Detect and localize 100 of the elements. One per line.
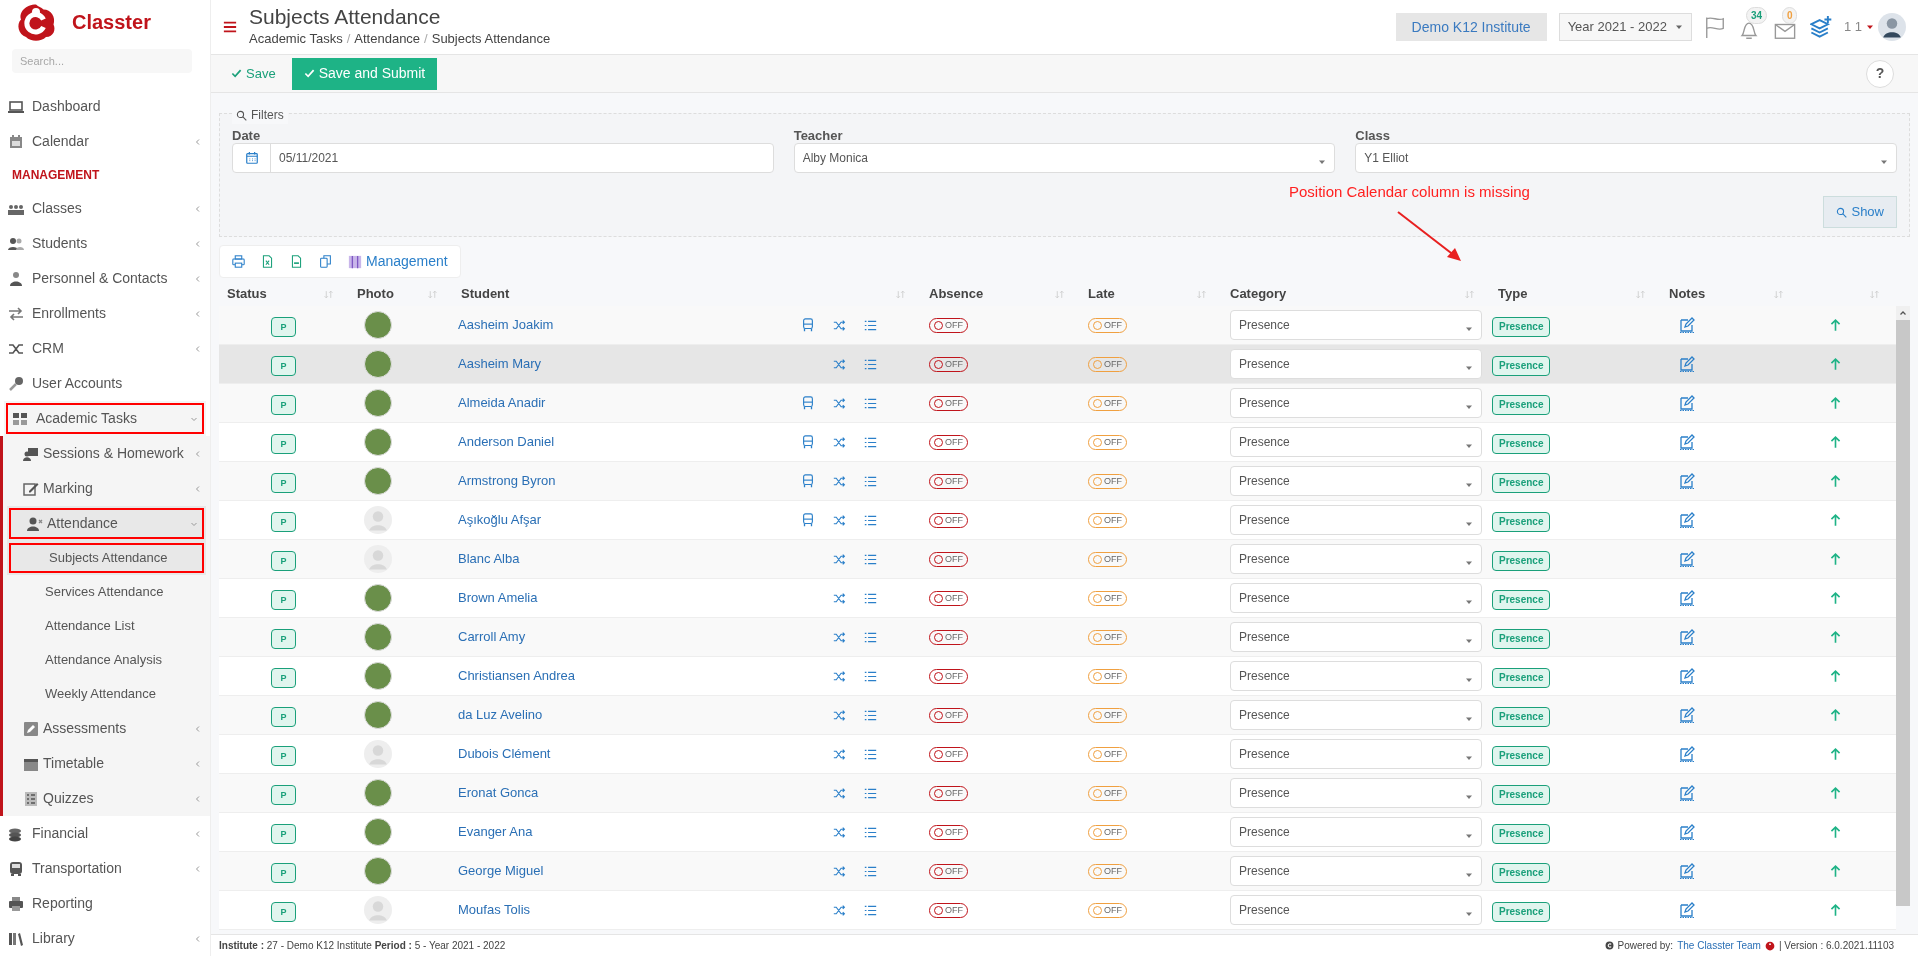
sidebar-item[interactable]: Transportation (0, 851, 210, 886)
student-link[interactable]: Armstrong Byron (453, 471, 765, 491)
student-link[interactable]: Aasheim Joakim (453, 315, 765, 335)
sidebar-item[interactable]: Library (0, 921, 210, 956)
table-row[interactable]: P Aasheim Mary OFF OFF Presence Presence (219, 345, 1896, 384)
sidebar-item[interactable]: Weekly Attendance (3, 677, 210, 711)
category-dropdown[interactable]: Presence (1230, 544, 1482, 574)
chevron-left-icon (194, 204, 202, 213)
institute-button[interactable]: Demo K12 Institute (1395, 13, 1547, 41)
sidebar-item[interactable]: Reporting (0, 886, 210, 921)
sidebar-item[interactable]: CRM (0, 331, 210, 366)
sidebar-item[interactable]: Assessments (3, 711, 210, 746)
student-link[interactable]: Eronat Gonca (453, 783, 765, 803)
caret-down-icon (1465, 715, 1473, 723)
student-link[interactable]: Dubois Clément (453, 744, 765, 764)
breadcrumb-link[interactable]: Attendance (354, 29, 421, 49)
sidebar-item[interactable]: Sessions & Homework (3, 436, 210, 471)
student-link[interactable]: Aasheim Mary (453, 354, 765, 374)
table-row[interactable]: P Christiansen Andrea OFF OFF Presence Presence (219, 657, 1896, 696)
category-dropdown[interactable]: Presence (1230, 427, 1482, 457)
teacher-dropdown[interactable]: Alby Monica (793, 143, 1336, 173)
column-header[interactable]: Status (227, 284, 267, 304)
table-row[interactable]: P Moufas Tolis OFF OFF Presence Presence (219, 891, 1896, 930)
sidebar-item[interactable]: Marking (3, 471, 210, 506)
category-dropdown[interactable]: Presence (1230, 388, 1482, 418)
sidebar-item[interactable]: Dashboard (0, 89, 210, 124)
column-header[interactable]: Type (1498, 284, 1528, 304)
breadcrumb-link[interactable]: Academic Tasks (249, 29, 343, 49)
category-dropdown[interactable]: Presence (1230, 700, 1482, 730)
student-link[interactable]: Moufas Tolis (453, 900, 765, 920)
chevron-left-icon (194, 829, 202, 838)
sidebar-item[interactable]: Financial (0, 816, 210, 851)
category-dropdown[interactable]: Presence (1230, 739, 1482, 769)
student-link[interactable]: da Luz Avelino (453, 705, 765, 725)
table-row[interactable]: P Dubois Clément OFF OFF Presence Presence (219, 735, 1896, 774)
class-dropdown[interactable]: Y1 Elliot (1355, 143, 1897, 173)
caret-down-icon (1866, 23, 1874, 31)
student-link[interactable]: Blanc Alba (453, 549, 765, 569)
date-field[interactable]: 05/11/2021 (232, 143, 774, 173)
category-dropdown[interactable]: Presence (1230, 817, 1482, 847)
scrollbar[interactable] (1896, 306, 1910, 906)
help-button[interactable]: ? (1866, 59, 1894, 88)
student-link[interactable]: Brown Amelia (453, 588, 765, 608)
sidebar-item[interactable]: Attendance List (3, 609, 210, 643)
sidebar-item[interactable]: Services Attendance (3, 575, 210, 609)
sidebar-item[interactable]: Attendance (7, 506, 206, 541)
student-link[interactable]: George Miguel (453, 861, 765, 881)
copy-icon (319, 255, 332, 268)
breadcrumb-link[interactable]: Subjects Attendance (431, 29, 551, 49)
sidebar-item[interactable]: Quizzes (3, 781, 210, 816)
sort-icon (1870, 289, 1879, 299)
shuffle-icon (833, 357, 846, 371)
category-dropdown[interactable]: Presence (1230, 661, 1482, 691)
sidebar-item[interactable]: Calendar (0, 124, 210, 159)
column-header[interactable]: Category (1230, 284, 1287, 304)
student-link[interactable]: Christiansen Andrea (453, 666, 765, 686)
category-dropdown[interactable]: Presence (1230, 466, 1482, 496)
student-link[interactable]: Aşıkoğlu Afşar (453, 510, 765, 530)
category-dropdown[interactable]: Presence (1230, 622, 1482, 652)
show-button[interactable]: Show (1823, 196, 1897, 228)
calendar-icon (244, 151, 259, 165)
student-link[interactable]: Carroll Amy (453, 627, 765, 647)
category-dropdown[interactable]: Presence (1230, 310, 1482, 340)
sidebar-item[interactable]: Personnel & Contacts (0, 261, 210, 296)
table-row[interactable]: P Anderson Daniel OFF OFF Presence Presence (219, 423, 1896, 462)
table-row[interactable]: P Aşıkoğlu Afşar OFF OFF Presence Presence (219, 501, 1896, 540)
edit-note-icon (1679, 395, 1695, 411)
grid-icon (12, 410, 28, 427)
category-dropdown[interactable]: Presence (1230, 583, 1482, 613)
sidebar-item[interactable]: Attendance Analysis (3, 643, 210, 677)
page-title: Subjects Attendance (249, 5, 442, 30)
column-header[interactable]: Photo (357, 284, 394, 304)
category-dropdown[interactable]: Presence (1230, 895, 1482, 925)
sidebar-item[interactable]: Academic Tasks (4, 401, 206, 436)
sidebar-item[interactable]: Classes (0, 191, 210, 226)
student-link[interactable]: Evanger Ana (453, 822, 765, 842)
table-row[interactable]: P Evanger Ana OFF OFF Presence Presence (219, 813, 1896, 852)
student-link[interactable]: Almeida Anadir (453, 393, 765, 413)
category-dropdown[interactable]: Presence (1230, 349, 1482, 379)
type-badge: Presence (1492, 550, 1551, 571)
student-link[interactable]: Anderson Daniel (453, 432, 765, 452)
user-menu[interactable]: 1 1 (1843, 13, 1906, 41)
sidebar-item[interactable]: Timetable (3, 746, 210, 781)
category-dropdown[interactable]: Presence (1230, 856, 1482, 886)
sidebar-item[interactable]: Students (0, 226, 210, 261)
shuffle-icon (833, 825, 846, 839)
sidebar-item[interactable]: Enrollments (0, 296, 210, 331)
search-field[interactable]: Search... (12, 48, 192, 73)
sidebar-item[interactable]: User Accounts (0, 366, 210, 401)
column-header[interactable]: Late (1088, 284, 1115, 304)
category-dropdown[interactable]: Presence (1230, 505, 1482, 535)
year-dropdown[interactable]: Year 2021 - 2022 (1558, 13, 1692, 41)
column-header[interactable]: Absence (929, 284, 984, 304)
column-header[interactable]: Student (461, 284, 510, 304)
column-header[interactable]: Notes (1669, 284, 1706, 304)
team-link[interactable]: The Classter Team (1677, 938, 1761, 953)
table-row[interactable]: P Brown Amelia OFF OFF Presence Presence (219, 579, 1896, 618)
category-dropdown[interactable]: Presence (1230, 778, 1482, 808)
sidebar-item[interactable]: Subjects Attendance (7, 541, 206, 575)
management-button[interactable]: Management (348, 251, 448, 272)
